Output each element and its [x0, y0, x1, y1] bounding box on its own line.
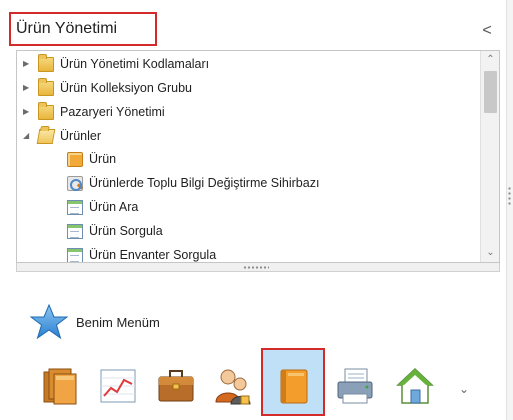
folder-open-icon: [36, 128, 56, 144]
chevron-down-icon: ⌄: [486, 247, 495, 258]
collapse-arrow-icon[interactable]: ◢: [23, 131, 33, 141]
folder-icon: [38, 77, 54, 96]
printer-icon[interactable]: [335, 366, 375, 406]
expand-arrow-icon[interactable]: ▶: [23, 107, 33, 117]
tree-item-label: Ürün: [89, 152, 117, 166]
form-icon: [67, 223, 83, 239]
chevron-left-icon: <: [482, 22, 492, 39]
folder-icon: [38, 53, 54, 72]
tree-item-label: Ürün Kolleksiyon Grubu: [60, 81, 193, 95]
star-icon: [30, 304, 68, 340]
briefcase-icon[interactable]: [156, 366, 196, 406]
line-chart-icon[interactable]: [98, 366, 138, 406]
scroll-up-button[interactable]: ⌃: [481, 51, 499, 69]
collapse-panel-button[interactable]: <: [478, 22, 496, 40]
panel-resize-edge[interactable]: [506, 0, 513, 420]
chevron-up-icon: ⌃: [486, 54, 495, 65]
tree-item-label: Ürün Sorgula: [89, 224, 163, 238]
tree-item-pazaryeri-yonetimi[interactable]: ▶ Pazaryeri Yönetimi: [23, 101, 165, 122]
users-icon[interactable]: [213, 366, 253, 406]
stacked-books-icon[interactable]: [40, 366, 80, 406]
tree-item-label: Ürünlerde Toplu Bilgi Değiştirme Sihirba…: [89, 176, 320, 190]
bottom-menu-area: Benim Menüm ⌄: [0, 272, 506, 420]
orange-book-icon[interactable]: [273, 366, 313, 406]
resize-grip-icon: [508, 186, 511, 206]
wizard-icon: [67, 175, 83, 191]
scrollbar-thumb[interactable]: [484, 71, 497, 113]
tree-item-label: Ürün Ara: [89, 200, 139, 214]
product-icon: [67, 151, 83, 167]
form-icon: [67, 247, 83, 262]
splitter-grip-icon: [243, 266, 269, 269]
favorites-menu-button[interactable]: Benim Menüm: [30, 304, 160, 340]
home-icon[interactable]: [395, 366, 435, 406]
tree-item-urun-ara[interactable]: Ürün Ara: [67, 197, 138, 217]
tree-item-label: Ürün Yönetimi Kodlamaları: [60, 57, 210, 71]
tree-item-label: Ürün Envanter Sorgula: [89, 248, 217, 262]
title-highlight-box: Ürün Yönetimi: [9, 12, 157, 46]
tree-item-urun[interactable]: Ürün: [67, 149, 116, 169]
expand-arrow-icon[interactable]: ▶: [23, 83, 33, 93]
more-icons-button[interactable]: ⌄: [454, 380, 474, 398]
form-icon: [67, 199, 83, 215]
tree-item-urunler[interactable]: ◢ Ürünler: [23, 126, 101, 146]
tree-item-toplu-bilgi-degistirme-sihirbazi[interactable]: Ürünlerde Toplu Bilgi Değiştirme Sihirba…: [67, 173, 319, 193]
navigation-panel: Ürün Yönetimi < ▶ Ürün Yönetimi Kodlamal…: [0, 0, 513, 420]
tree-item-label: Ürünler: [60, 129, 101, 143]
folder-icon: [38, 101, 54, 120]
tree-item-urun-kolleksiyon-grubu[interactable]: ▶ Ürün Kolleksiyon Grubu: [23, 77, 193, 98]
tree-item-urun-envanter-sorgula[interactable]: Ürün Envanter Sorgula: [67, 245, 217, 262]
module-icon-bar: ⌄: [0, 352, 506, 420]
tree-item-urun-yonetimi-kodlamalari[interactable]: ▶ Ürün Yönetimi Kodlamaları: [23, 53, 210, 74]
scroll-down-button[interactable]: ⌄: [481, 244, 499, 262]
panel-splitter[interactable]: [16, 263, 500, 272]
tree-scrollbar[interactable]: ⌃ ⌄: [480, 51, 499, 262]
tree-item-urun-sorgula[interactable]: Ürün Sorgula: [67, 221, 163, 241]
menu-tree: ▶ Ürün Yönetimi Kodlamaları ▶ Ürün Kolle…: [16, 50, 500, 263]
chevron-down-icon: ⌄: [458, 382, 470, 396]
tree-item-label: Pazaryeri Yönetimi: [60, 105, 165, 119]
favorites-label: Benim Menüm: [76, 314, 160, 330]
expand-arrow-icon[interactable]: ▶: [23, 59, 33, 69]
panel-title: Ürün Yönetimi: [16, 20, 118, 37]
